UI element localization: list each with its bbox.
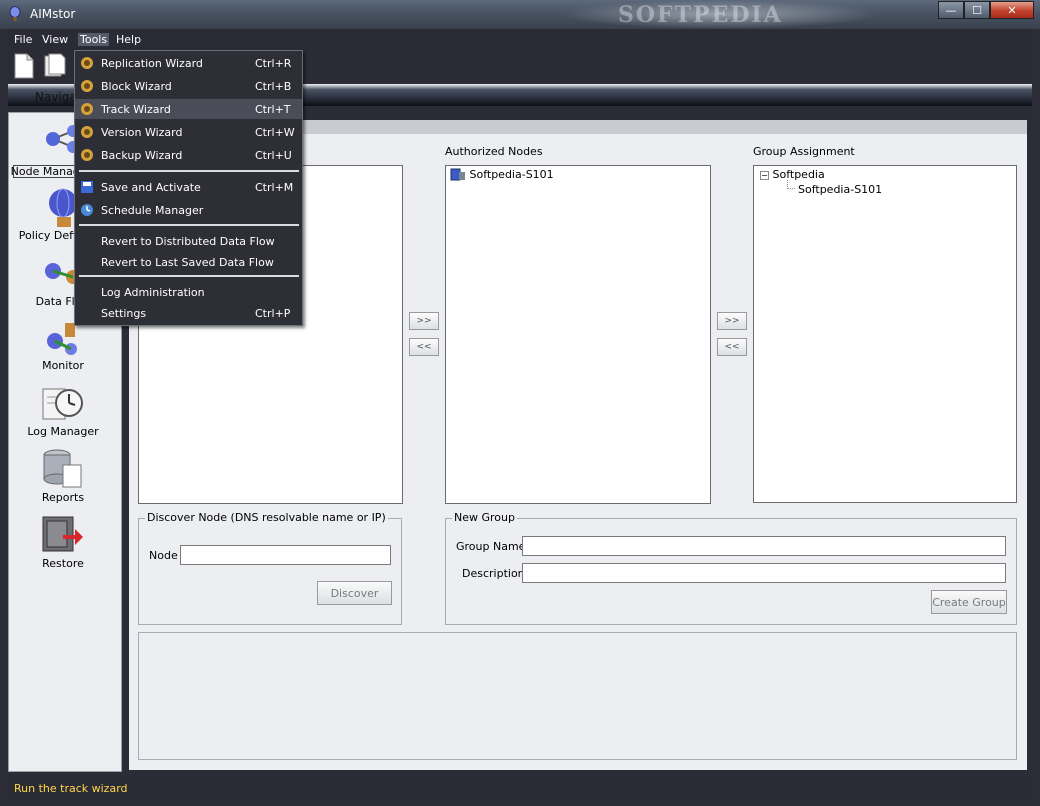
group-name-label: Group Name [456, 540, 526, 553]
group-assignment-tree[interactable]: − Softpedia Softpedia-S101 [753, 165, 1017, 503]
message-area [138, 632, 1017, 760]
title-bar: SOFTPEDIA AIMstor — ☐ ✕ [0, 0, 1040, 29]
discover-button[interactable]: Discover [317, 581, 392, 605]
assign-left-button[interactable]: << [717, 338, 747, 356]
authorized-nodes-list[interactable]: Softpedia-S101 [445, 165, 711, 504]
sidebar-item-label: Restore [42, 557, 84, 570]
menu-item-shortcut: Ctrl+M [255, 181, 294, 194]
reports-icon [43, 449, 82, 488]
menu-item-label: Save and Activate [101, 181, 201, 194]
close-button[interactable]: ✕ [990, 1, 1034, 19]
authorized-nodes-label: Authorized Nodes [445, 145, 543, 158]
new-group-title: New Group [452, 511, 517, 524]
minimize-button[interactable]: — [938, 1, 964, 19]
menu-item-settings[interactable]: Settings Ctrl+P [75, 303, 302, 323]
menu-item-block-wizard[interactable]: Block Wizard Ctrl+B [75, 76, 302, 96]
menu-item-version-wizard[interactable]: Version Wizard Ctrl+W [75, 122, 302, 142]
menu-item-schedule-manager[interactable]: Schedule Manager [75, 200, 302, 220]
menu-item-shortcut: Ctrl+U [255, 149, 292, 162]
tree-child-row[interactable]: Softpedia-S101 [798, 183, 882, 196]
discover-node-group: Discover Node (DNS resolvable name or IP… [138, 511, 402, 625]
log-clock-icon [42, 388, 83, 420]
sidebar-item-restore[interactable]: Restore [9, 513, 117, 570]
menu-separator [79, 170, 299, 172]
menu-item-backup-wizard[interactable]: Backup Wizard Ctrl+U [75, 145, 302, 165]
wizard-icon [81, 103, 93, 115]
sidebar-item-label: Monitor [42, 359, 84, 372]
menu-separator [79, 224, 299, 226]
description-label: Description [462, 567, 525, 580]
group-assignment-label: Group Assignment [753, 145, 855, 158]
menu-view[interactable]: View [42, 33, 68, 46]
status-bar: Run the track wizard [8, 778, 1032, 798]
tree-root-label: Softpedia [772, 168, 825, 181]
menu-item-label: Log Administration [101, 286, 205, 299]
authorized-node-name: Softpedia-S101 [469, 168, 554, 181]
node-label: Node [149, 549, 178, 562]
menu-file[interactable]: File [14, 33, 32, 46]
new-document-icon[interactable] [14, 53, 34, 79]
app-icon [9, 6, 21, 21]
window-title: AIMstor [30, 7, 76, 21]
create-group-button[interactable]: Create Group [931, 590, 1007, 614]
menu-item-label: Replication Wizard [101, 57, 203, 70]
move-left-button[interactable]: << [409, 338, 439, 356]
menu-item-shortcut: Ctrl+B [255, 80, 292, 93]
schedule-clock-icon [81, 204, 93, 216]
menu-item-label: Schedule Manager [101, 204, 204, 217]
menu-help[interactable]: Help [116, 33, 141, 46]
menu-item-revert-distributed[interactable]: Revert to Distributed Data Flow [75, 231, 302, 251]
restore-safe-icon [42, 516, 83, 552]
move-right-button[interactable]: >> [409, 312, 439, 330]
menu-item-label: Backup Wizard [101, 149, 183, 162]
group-name-input[interactable] [522, 536, 1006, 556]
tree-collapse-icon[interactable]: − [760, 170, 769, 180]
menu-item-label: Revert to Last Saved Data Flow [101, 256, 274, 269]
sidebar-item-reports[interactable]: Reports [9, 447, 117, 504]
discover-node-title: Discover Node (DNS resolvable name or IP… [145, 511, 388, 524]
menu-item-revert-last-saved[interactable]: Revert to Last Saved Data Flow [75, 252, 302, 272]
wizard-icon [81, 80, 93, 92]
menu-separator [79, 275, 299, 277]
list-item[interactable]: Softpedia-S101 [450, 168, 554, 182]
menu-item-shortcut: Ctrl+T [255, 103, 291, 116]
menu-item-label: Revert to Distributed Data Flow [101, 235, 275, 248]
node-input[interactable] [180, 545, 391, 565]
menu-item-shortcut: Ctrl+P [255, 307, 291, 320]
save-disk-icon [81, 181, 93, 193]
sidebar-item-monitor[interactable]: Monitor [9, 319, 117, 372]
sidebar-item-label: Log Manager [27, 425, 99, 438]
menu-item-track-wizard[interactable]: Track Wizard Ctrl+T [75, 99, 302, 119]
menu-item-replication-wizard[interactable]: Replication Wizard Ctrl+R [75, 53, 302, 73]
open-document-icon[interactable] [42, 53, 68, 79]
title-watermark: SOFTPEDIA [618, 2, 783, 28]
wizard-icon [81, 126, 93, 138]
menu-item-shortcut: Ctrl+W [255, 126, 295, 139]
maximize-button[interactable]: ☐ [964, 1, 990, 19]
menu-item-label: Block Wizard [101, 80, 172, 93]
sidebar-item-log-manager[interactable]: Log Manager [9, 383, 117, 438]
menu-item-label: Track Wizard [101, 103, 171, 116]
menu-item-label: Settings [101, 307, 147, 320]
menu-item-save-and-activate[interactable]: Save and Activate Ctrl+M [75, 177, 302, 197]
menu-item-label: Version Wizard [101, 126, 183, 139]
window-controls: — ☐ ✕ [938, 1, 1034, 19]
status-text: Run the track wizard [14, 782, 128, 795]
server-node-icon [450, 168, 465, 181]
tree-connector [787, 180, 795, 189]
menu-item-shortcut: Ctrl+R [255, 57, 292, 70]
description-input[interactable] [522, 563, 1006, 583]
wizard-icon [81, 57, 93, 69]
wizard-icon [81, 149, 93, 161]
tools-menu: Replication Wizard Ctrl+R Block Wizard C… [74, 50, 303, 326]
sidebar-item-label: Reports [41, 491, 85, 504]
menu-tools[interactable]: Tools [78, 33, 110, 46]
menu-item-log-administration[interactable]: Log Administration [75, 282, 302, 302]
menu-bar: File View Tools Help [8, 30, 1032, 50]
assign-right-button[interactable]: >> [717, 312, 747, 330]
